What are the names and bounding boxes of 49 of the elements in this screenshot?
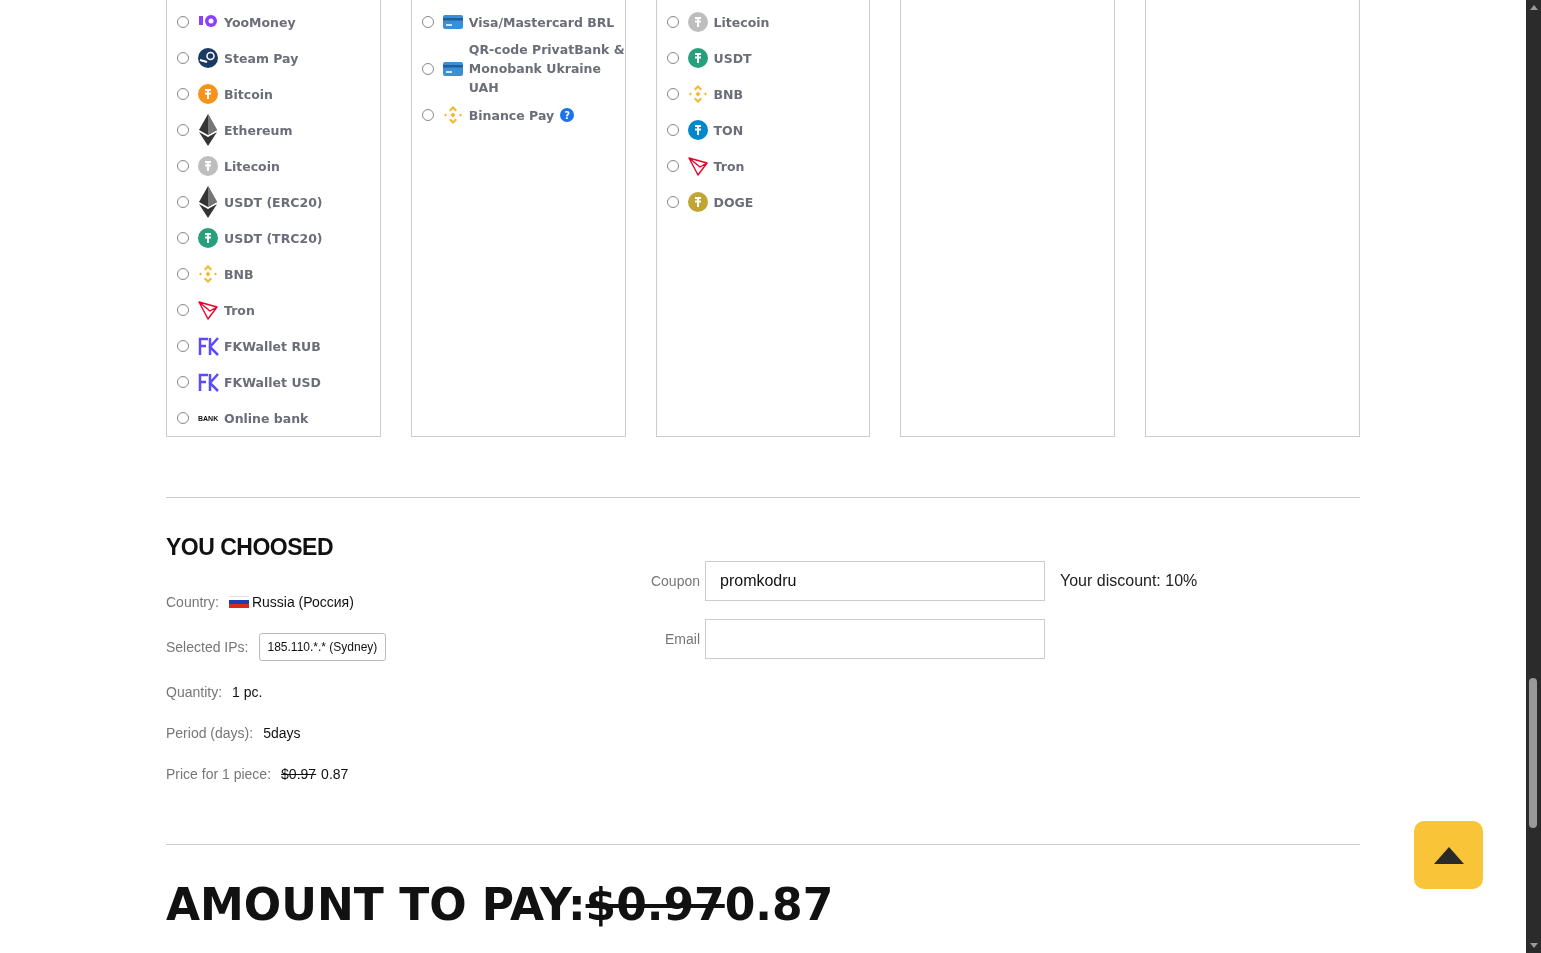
triangle-up-icon — [1433, 846, 1464, 864]
payment-method-label[interactable]: Visa/Mastercard BRL — [468, 12, 615, 32]
payment-method-label[interactable]: Steam Pay — [224, 48, 299, 68]
period-value: 5days — [263, 724, 301, 741]
payment-method-label[interactable]: DOGE — [713, 192, 754, 212]
country-value: Russia (Россия) — [251, 593, 354, 610]
payment-method-label[interactable]: Litecoin — [224, 156, 280, 176]
coupon-label: Coupon — [649, 573, 700, 589]
payment-method-label[interactable]: Bitcoin — [224, 84, 273, 104]
price-label: Price for 1 piece: — [166, 765, 272, 782]
email-label: Email — [664, 631, 700, 647]
payment-method-label[interactable]: Ethereum — [224, 120, 293, 140]
payment-method-label[interactable]: USDT (TRC20) — [224, 228, 323, 248]
ip-tag: 185.110.*.* (Sydney) — [258, 632, 387, 661]
scroll-up-icon[interactable] — [1529, 5, 1538, 10]
amount-label: AMOUNT TO PAY: — [166, 883, 586, 927]
scrollbar-thumb[interactable] — [1529, 678, 1537, 828]
email-field[interactable] — [705, 619, 1045, 659]
flag-icon — [228, 595, 249, 608]
price-value: 0.87 — [321, 765, 349, 782]
quantity-value: 1 pc. — [232, 683, 263, 700]
period-label: Period (days): — [166, 724, 254, 741]
help-icon[interactable]: ? — [560, 108, 575, 122]
payment-method-label[interactable]: Litecoin — [713, 12, 770, 32]
selected-ips-label: Selected IPs: — [166, 638, 249, 655]
coupon-field[interactable]: promkodru — [705, 561, 1045, 601]
discount-text: Your discount: 10% — [1060, 572, 1198, 590]
amount-value: 0.87 — [724, 883, 834, 927]
scroll-to-top-button[interactable] — [1414, 821, 1483, 889]
payment-method-label[interactable]: TON — [713, 120, 744, 140]
payment-method-label[interactable]: FKWallet RUB — [224, 336, 321, 356]
old-price: $0.97 — [281, 765, 317, 782]
country-label: Country: — [166, 593, 219, 610]
payment-method-label[interactable]: Binance Pay — [468, 105, 555, 125]
payment-method-label[interactable]: BNB — [224, 264, 254, 284]
payment-method-label[interactable]: Online bank — [224, 408, 309, 428]
section-title: YOU CHOOSED — [166, 534, 335, 561]
payment-method-label[interactable]: Tron — [224, 300, 255, 320]
quantity-label: Quantity: — [166, 683, 223, 700]
payment-method-label[interactable]: FKWallet USD — [224, 372, 321, 392]
scrollbar[interactable] — [1526, 0, 1541, 953]
payment-method-label[interactable]: QR-code PrivatBank & Monobank Ukraine UAH — [468, 40, 625, 97]
old-amount: $0.97 — [585, 883, 725, 927]
scroll-down-icon[interactable] — [1529, 943, 1538, 948]
payment-method-label[interactable]: Tron — [713, 156, 745, 176]
payment-method-label[interactable]: BNB — [713, 84, 744, 104]
payment-method-label[interactable]: YooMoney — [224, 12, 296, 32]
payment-method-label[interactable]: USDT — [713, 48, 752, 68]
payment-method-label[interactable]: USDT (ERC20) — [224, 192, 323, 212]
